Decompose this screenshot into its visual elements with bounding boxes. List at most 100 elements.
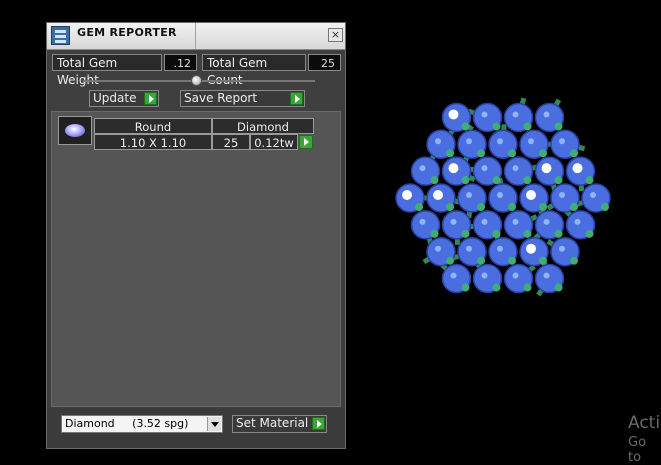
save-report-button-label: Save Report [184, 91, 257, 105]
prong-tip [446, 257, 454, 265]
update-button-label: Update [93, 91, 136, 105]
prong-tip [508, 203, 516, 211]
gem-highlight [526, 190, 536, 200]
gem-highlight [590, 192, 596, 198]
shape-header: Round [94, 118, 212, 134]
gem-highlight [513, 273, 519, 279]
prong-tip [493, 176, 501, 184]
prong-tip [462, 284, 470, 292]
gem-highlight [435, 246, 441, 252]
prong-tip [415, 203, 423, 211]
gem-highlight [544, 273, 550, 279]
play-arrow-icon [144, 92, 157, 105]
play-arrow-icon [312, 417, 325, 430]
prong-tip [477, 203, 485, 211]
gem-highlight [466, 138, 472, 144]
close-button[interactable]: × [328, 28, 343, 42]
gem-highlight [402, 190, 412, 200]
total-gem-weight-value: .12 [164, 54, 197, 71]
gem-thumbnail[interactable] [58, 116, 92, 145]
set-material-button-label: Set Material [236, 416, 308, 430]
total-gem-count-label: Total Gem Count [202, 54, 306, 71]
prong-tip [555, 122, 563, 130]
title-bar[interactable]: GEM REPORTER × [47, 23, 345, 50]
3d-viewport[interactable] [360, 60, 660, 340]
gem-highlight [482, 165, 488, 171]
prong-tip [462, 230, 470, 238]
gem-list: Round Diamond 1.10 X 1.10 25 0.12tw [51, 111, 341, 407]
prong-tip [462, 122, 470, 130]
prong-tip [431, 230, 439, 238]
gem-highlight [544, 111, 550, 117]
gem-highlight [482, 273, 488, 279]
prong-tip [555, 230, 563, 238]
gem-highlight [497, 138, 503, 144]
prong-tip [493, 284, 501, 292]
gem-highlight [482, 219, 488, 225]
prong-tip [446, 149, 454, 157]
gem-highlight [482, 111, 488, 117]
select-gem-button[interactable] [299, 135, 313, 149]
gem-reporter-panel: GEM REPORTER × Total Gem Weight .12 Tota… [46, 22, 346, 449]
material-select[interactable]: Diamond (3.52 spg) [61, 415, 223, 433]
gem-highlight [451, 273, 457, 279]
prong-tip [524, 122, 532, 130]
gem-highlight [542, 163, 552, 173]
gem-highlight [526, 244, 536, 254]
gem-highlight [433, 190, 443, 200]
prong-tip [601, 203, 609, 211]
prong-tip [446, 203, 454, 211]
prong-tip [570, 149, 578, 157]
update-button[interactable]: Update [89, 90, 159, 107]
prong-tip [539, 203, 547, 211]
gem-cluster-render [396, 98, 610, 295]
prong-tip [555, 284, 563, 292]
round-gem-icon [65, 124, 85, 137]
total-gem-weight-label: Total Gem Weight [52, 54, 162, 71]
gem-weight-cell: 0.12tw [250, 134, 298, 150]
prong-tip [539, 149, 547, 157]
prong-tip [508, 257, 516, 265]
gem-highlight [420, 219, 426, 225]
gem-highlight [466, 192, 472, 198]
prong-tip [524, 284, 532, 292]
set-material-button[interactable]: Set Material [232, 415, 327, 433]
activate-windows-subtitle: Go to [628, 435, 661, 465]
gem-highlight [544, 219, 550, 225]
gem-count-cell: 25 [212, 134, 250, 150]
gem-highlight [559, 246, 565, 252]
prong-tip [431, 176, 439, 184]
activate-windows-title: Acti [628, 413, 660, 433]
gem-highlight [513, 111, 519, 117]
app-icon [51, 26, 70, 45]
prong-tip [462, 176, 470, 184]
total-gem-count-value: 25 [308, 54, 341, 71]
window-title: GEM REPORTER [77, 26, 177, 39]
gem-highlight [497, 246, 503, 252]
prong-tip [570, 203, 578, 211]
material-select-value: Diamond (3.52 spg) [65, 417, 188, 430]
gem-highlight [559, 192, 565, 198]
gem-highlight [497, 192, 503, 198]
gem-highlight [451, 219, 457, 225]
gem-highlight [573, 163, 583, 173]
prong-tip [477, 257, 485, 265]
gem-highlight [513, 219, 519, 225]
gem-highlight [513, 165, 519, 171]
save-report-button[interactable]: Save Report [180, 90, 305, 107]
gem-highlight [528, 138, 534, 144]
gem-highlight [449, 163, 459, 173]
material-header: Diamond [212, 118, 314, 134]
prong-tip [493, 230, 501, 238]
splitter-handle[interactable] [191, 75, 202, 86]
gem-size-cell: 1.10 X 1.10 [94, 134, 212, 150]
prong-tip [570, 257, 578, 265]
gem-highlight [435, 138, 441, 144]
gem-highlight [575, 219, 581, 225]
prong-tip [555, 176, 563, 184]
prong-tip [524, 176, 532, 184]
prong-tip [477, 149, 485, 157]
gem-highlight [559, 138, 565, 144]
prong-tip [508, 149, 516, 157]
dropdown-arrow-icon[interactable] [207, 417, 221, 431]
